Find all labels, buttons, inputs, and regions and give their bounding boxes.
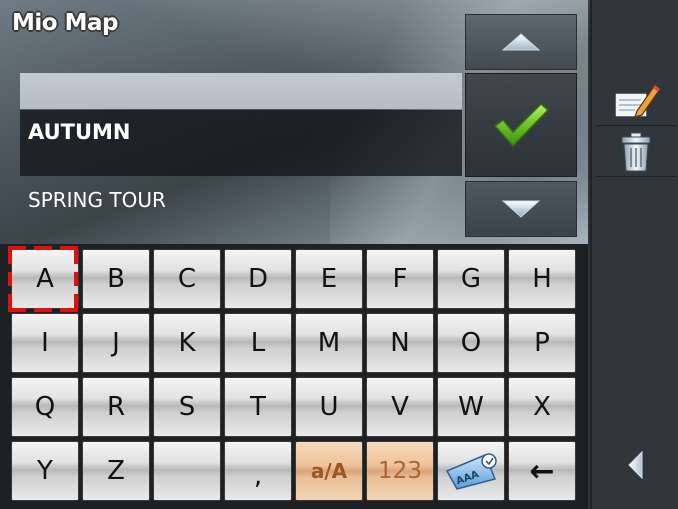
key-l[interactable]: L: [224, 313, 292, 373]
key-o[interactable]: O: [437, 313, 505, 373]
key-b[interactable]: B: [82, 249, 150, 309]
screen: Mio Map AUTUMN SPRING TOUR A B C D E F G…: [0, 0, 678, 509]
key-z[interactable]: Z: [82, 441, 150, 501]
delete-button[interactable]: [596, 127, 676, 177]
key-s[interactable]: S: [153, 377, 221, 437]
list-item-label: AUTUMN: [28, 120, 131, 144]
backspace-arrow-icon: ←: [529, 453, 555, 489]
key-space[interactable]: [153, 441, 221, 501]
on-screen-keyboard: A B C D E F G H I J K L M N O P Q R S T …: [8, 246, 585, 506]
key-n[interactable]: N: [366, 313, 434, 373]
scroll-down-button[interactable]: [465, 181, 577, 237]
triangle-up-icon: [501, 33, 541, 51]
key-h[interactable]: H: [508, 249, 576, 309]
key-a[interactable]: A: [11, 249, 79, 309]
scroll-up-button[interactable]: [465, 14, 577, 70]
trash-can-icon: [621, 132, 651, 171]
key-i[interactable]: I: [11, 313, 79, 373]
list-item[interactable]: SPRING TOUR: [20, 180, 462, 220]
key-r[interactable]: R: [82, 377, 150, 437]
key-k[interactable]: K: [153, 313, 221, 373]
key-y[interactable]: Y: [11, 441, 79, 501]
app-title: Mio Map: [12, 10, 118, 36]
key-m[interactable]: M: [295, 313, 363, 373]
list-item[interactable]: [20, 73, 462, 109]
key-v[interactable]: V: [366, 377, 434, 437]
key-g[interactable]: G: [437, 249, 505, 309]
key-t[interactable]: T: [224, 377, 292, 437]
key-comma[interactable]: ,: [224, 441, 292, 501]
edit-note-icon: [614, 83, 661, 118]
list-item-label: SPRING TOUR: [28, 188, 166, 212]
main-area: Mio Map AUTUMN SPRING TOUR A B C D E F G…: [0, 0, 590, 509]
key-numbers[interactable]: 123: [366, 441, 434, 501]
key-e[interactable]: E: [295, 249, 363, 309]
keyboard-layout-icon: AAA: [445, 453, 497, 490]
key-p[interactable]: P: [508, 313, 576, 373]
key-q[interactable]: Q: [11, 377, 79, 437]
key-d[interactable]: D: [224, 249, 292, 309]
case-toggle-label: a/A: [310, 459, 348, 483]
confirm-button[interactable]: [465, 73, 577, 177]
side-panel: [590, 0, 678, 509]
back-button[interactable]: [596, 440, 676, 490]
key-w[interactable]: W: [437, 377, 505, 437]
triangle-left-icon: [628, 450, 643, 480]
check-mark-icon: [493, 102, 550, 148]
numbers-label: 123: [378, 458, 422, 484]
edit-button[interactable]: [596, 76, 676, 126]
key-f[interactable]: F: [366, 249, 434, 309]
triangle-down-icon: [501, 200, 541, 218]
key-j[interactable]: J: [82, 313, 150, 373]
list-item-selected[interactable]: AUTUMN: [20, 110, 462, 176]
key-keyboard-layout[interactable]: AAA: [437, 441, 505, 501]
key-u[interactable]: U: [295, 377, 363, 437]
key-x[interactable]: X: [508, 377, 576, 437]
key-c[interactable]: C: [153, 249, 221, 309]
key-backspace[interactable]: ←: [508, 441, 576, 501]
key-case-toggle[interactable]: a/A: [295, 441, 363, 501]
